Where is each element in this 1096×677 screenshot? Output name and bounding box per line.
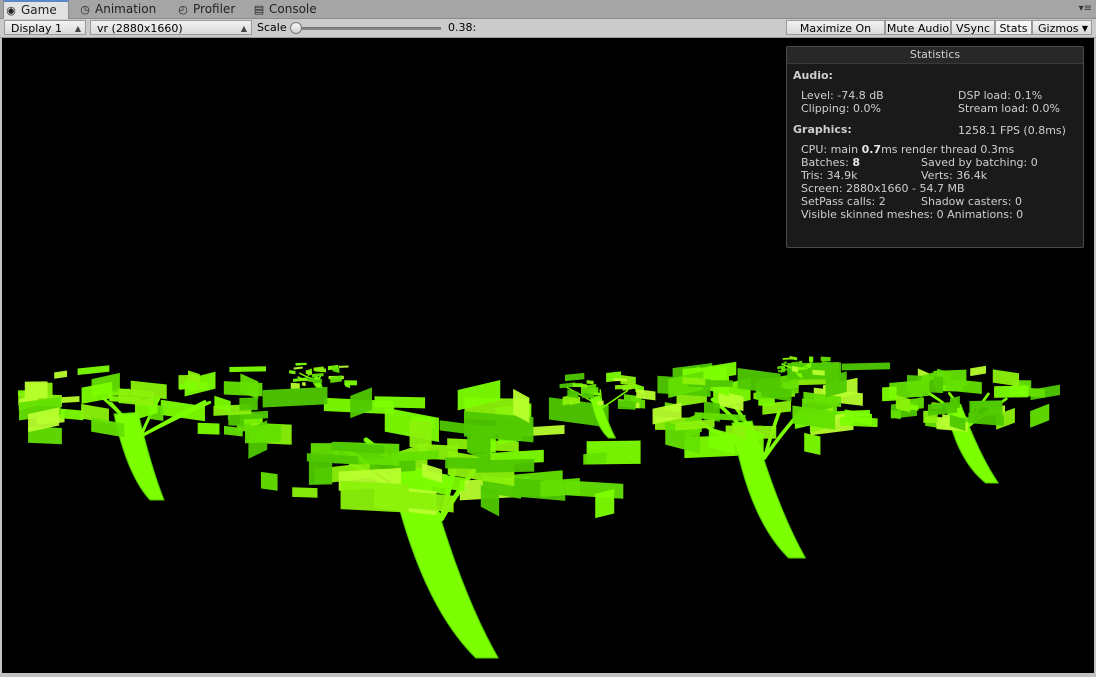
scale-slider-track[interactable] xyxy=(295,27,441,30)
stats-toggle[interactable]: Stats xyxy=(995,20,1032,35)
scale-value: 0.38: xyxy=(448,21,477,34)
gizmos-dropdown[interactable]: Gizmos ▼ xyxy=(1032,20,1092,35)
console-icon: ▤ xyxy=(253,3,265,16)
statistics-title: Statistics xyxy=(787,47,1083,64)
scale-label: Scale xyxy=(257,21,287,34)
acacia-tree xyxy=(17,365,269,501)
acacia-tree xyxy=(882,365,1060,484)
setpass-calls: SetPass calls: 2 xyxy=(801,195,886,208)
shadow-casters: Shadow casters: 0 xyxy=(921,195,1022,208)
verts-count: Verts: 36.4k xyxy=(921,169,988,182)
screen-info: Screen: 2880x1660 - 54.7 MB xyxy=(801,182,965,195)
tab-menu-icon[interactable]: ▾≡ xyxy=(1079,1,1092,17)
saved-by-batching: Saved by batching: 0 xyxy=(921,156,1038,169)
profiler-icon: ◴ xyxy=(178,3,188,16)
tris-count: Tris: 34.9k xyxy=(801,169,858,182)
resolution-dropdown[interactable]: vr (2880x1660) ▲ xyxy=(90,20,252,35)
dsp-load: DSP load: 0.1% xyxy=(958,89,1043,102)
statistics-panel: Statistics Audio: Level: -74.8 dB DSP lo… xyxy=(786,46,1084,248)
game-view-toolbar: Display 1 ▲ vr (2880x1660) ▲ Scale 0.38:… xyxy=(0,19,1096,50)
tab-game[interactable]: ◉ Game xyxy=(3,0,69,19)
tab-profiler[interactable]: ◴ Profiler xyxy=(176,1,248,18)
acacia-tree xyxy=(239,380,641,659)
window-tab-strip: ◉ Game ◷ Animation ◴ Profiler ▤ Console ▾≡ xyxy=(0,0,1096,19)
acacia-tree xyxy=(652,361,891,559)
mute-audio-toggle[interactable]: Mute Audio xyxy=(885,20,951,35)
scale-slider-thumb[interactable] xyxy=(290,22,302,34)
cpu-time: CPU: main 0.7ms render thread 0.3ms xyxy=(801,143,1015,156)
dropdown-arrows-icon: ▲ xyxy=(240,24,247,33)
audio-level: Level: -74.8 dB xyxy=(801,89,884,102)
maximize-on-play-toggle[interactable]: Maximize On Play xyxy=(786,20,885,50)
stream-load: Stream load: 0.0% xyxy=(958,102,1060,115)
chevron-down-icon: ▼ xyxy=(1081,24,1088,33)
display-dropdown[interactable]: Display 1 ▲ xyxy=(4,20,86,35)
game-icon: ◉ xyxy=(6,4,16,17)
tab-console[interactable]: ▤ Console xyxy=(252,1,332,18)
batches: Batches: 8 xyxy=(801,156,860,169)
audio-clipping: Clipping: 0.0% xyxy=(801,102,881,115)
dropdown-arrows-icon: ▲ xyxy=(74,24,81,33)
fps-readout: 1258.1 FPS (0.8ms) xyxy=(958,124,1066,137)
animation-icon: ◷ xyxy=(80,3,90,16)
acacia-tree xyxy=(289,362,357,390)
skinned-meshes-animations: Visible skinned meshes: 0 Animations: 0 xyxy=(801,208,1024,221)
acacia-trees xyxy=(17,355,1060,659)
audio-header: Audio: xyxy=(793,69,833,82)
vsync-toggle[interactable]: VSync xyxy=(951,20,995,35)
tab-animation[interactable]: ◷ Animation xyxy=(78,1,168,18)
graphics-header: Graphics: xyxy=(793,123,852,136)
